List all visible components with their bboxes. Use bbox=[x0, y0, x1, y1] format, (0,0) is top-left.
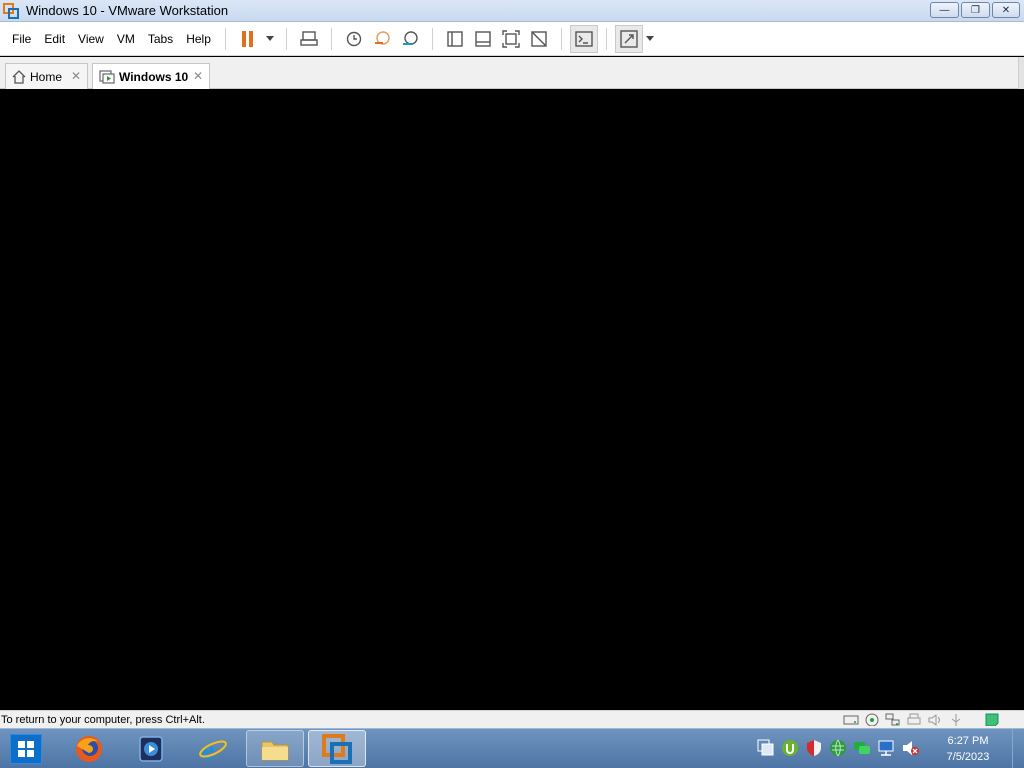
security-shield-icon[interactable] bbox=[805, 739, 823, 757]
status-bar: To return to your computer, press Ctrl+A… bbox=[0, 710, 1024, 728]
full-screen-icon bbox=[502, 29, 520, 48]
tab-scroll-area bbox=[1018, 57, 1024, 89]
console-view-button[interactable] bbox=[569, 24, 598, 53]
pause-button[interactable] bbox=[234, 25, 262, 53]
thumbnail-bar-button[interactable] bbox=[469, 25, 497, 53]
stretch-dropdown-button[interactable] bbox=[643, 25, 657, 53]
taskbar: e 6:27 PM 7/5/2023 bbox=[0, 728, 1024, 768]
toolbar-separator bbox=[605, 27, 607, 50]
toolbar-separator bbox=[285, 27, 287, 50]
hard-disk-icon[interactable] bbox=[843, 713, 859, 726]
volume-muted-icon[interactable] bbox=[901, 739, 919, 757]
media-player-icon bbox=[139, 735, 163, 762]
internet-explorer-icon: e bbox=[199, 735, 227, 764]
utorrent-icon[interactable] bbox=[781, 739, 799, 757]
start-button[interactable] bbox=[10, 734, 42, 764]
chevron-down-icon bbox=[265, 36, 274, 41]
stretch-guest-icon bbox=[620, 29, 638, 48]
toolbar-separator bbox=[330, 27, 332, 50]
windows-logo-icon bbox=[18, 741, 34, 757]
tab-label: Windows 10 bbox=[119, 69, 189, 84]
menu-view[interactable]: View bbox=[72, 32, 110, 46]
taskbar-clock[interactable]: 6:27 PM 7/5/2023 bbox=[928, 733, 1008, 765]
revert-snapshot-button[interactable] bbox=[368, 25, 396, 53]
close-button[interactable]: ✕ bbox=[992, 2, 1020, 18]
send-ctrl-alt-del-icon bbox=[300, 30, 318, 46]
unity-icon bbox=[531, 30, 547, 47]
library-view-icon bbox=[447, 30, 463, 47]
vmware-tray-icon[interactable] bbox=[757, 739, 775, 757]
show-desktop-button[interactable] bbox=[1012, 729, 1024, 768]
vmware-app-icon[interactable] bbox=[3, 2, 19, 19]
power-dropdown-button[interactable] bbox=[262, 25, 278, 53]
stretch-guest-button[interactable] bbox=[614, 24, 643, 53]
snapshot-manager-button[interactable] bbox=[396, 25, 424, 53]
chevron-down-icon bbox=[645, 36, 654, 41]
snapshot-manager-icon bbox=[402, 30, 418, 45]
menu-tabs[interactable]: Tabs bbox=[142, 32, 179, 46]
tab-bar: Home ✕ Windows 10 ✕ bbox=[0, 57, 1024, 89]
taskbar-file-explorer[interactable] bbox=[246, 730, 304, 767]
file-explorer-icon bbox=[261, 741, 289, 760]
message-log-icon[interactable] bbox=[984, 713, 1000, 726]
taskbar-internet-explorer[interactable]: e bbox=[184, 730, 242, 767]
taskbar-firefox[interactable] bbox=[60, 730, 118, 767]
network-adapter-icon[interactable] bbox=[885, 713, 901, 726]
full-screen-button[interactable] bbox=[497, 25, 525, 53]
taskbar-vmware[interactable] bbox=[308, 730, 366, 767]
toolbar-separator bbox=[560, 27, 562, 50]
snapshot-take-icon bbox=[346, 31, 362, 46]
title-bar: Windows 10 - VMware Workstation — ❐ ✕ bbox=[0, 0, 1024, 22]
menu-toolbar: File Edit View VM Tabs Help bbox=[0, 22, 1024, 56]
restore-button[interactable]: ❐ bbox=[961, 2, 990, 18]
close-icon[interactable]: ✕ bbox=[193, 69, 203, 83]
close-icon[interactable]: ✕ bbox=[71, 69, 81, 83]
unity-button[interactable] bbox=[525, 25, 553, 53]
toolbar-separator bbox=[431, 27, 433, 50]
menu-edit[interactable]: Edit bbox=[38, 32, 71, 46]
toolbar-separator bbox=[224, 27, 226, 50]
status-message: To return to your computer, press Ctrl+A… bbox=[1, 713, 205, 726]
snapshot-revert-icon bbox=[374, 30, 390, 45]
printer-icon[interactable] bbox=[906, 713, 922, 726]
thumbnail-bar-icon bbox=[475, 30, 491, 47]
system-tray bbox=[757, 739, 919, 757]
home-icon bbox=[12, 69, 26, 84]
usb-device-icon[interactable] bbox=[948, 713, 964, 726]
chat-icon[interactable] bbox=[853, 739, 871, 757]
menu-file[interactable]: File bbox=[6, 32, 37, 46]
globe-icon[interactable] bbox=[829, 739, 847, 757]
pause-icon bbox=[242, 30, 254, 47]
send-ctrl-alt-del-button[interactable] bbox=[295, 25, 323, 53]
window-title: Windows 10 - VMware Workstation bbox=[26, 3, 229, 18]
tab-label: Home bbox=[30, 69, 63, 84]
console-view-icon bbox=[575, 30, 593, 47]
vm-icon bbox=[99, 69, 115, 84]
minimize-button[interactable]: — bbox=[930, 2, 959, 18]
tab-home[interactable]: Home ✕ bbox=[5, 63, 88, 89]
vm-console-display[interactable] bbox=[1, 90, 1023, 710]
cd-dvd-icon[interactable] bbox=[864, 713, 880, 726]
network-icon[interactable] bbox=[877, 739, 895, 757]
clock-date: 7/5/2023 bbox=[946, 751, 990, 763]
tab-windows-10[interactable]: Windows 10 ✕ bbox=[92, 63, 210, 89]
firefox-icon bbox=[76, 735, 102, 762]
menu-help[interactable]: Help bbox=[180, 32, 217, 46]
taskbar-media-player[interactable] bbox=[122, 730, 180, 767]
take-snapshot-button[interactable] bbox=[340, 25, 368, 53]
sound-card-icon[interactable] bbox=[927, 713, 943, 726]
menu-vm[interactable]: VM bbox=[111, 32, 141, 46]
clock-time: 6:27 PM bbox=[947, 735, 989, 747]
vmware-icon bbox=[322, 733, 352, 764]
library-view-button[interactable] bbox=[441, 25, 469, 53]
